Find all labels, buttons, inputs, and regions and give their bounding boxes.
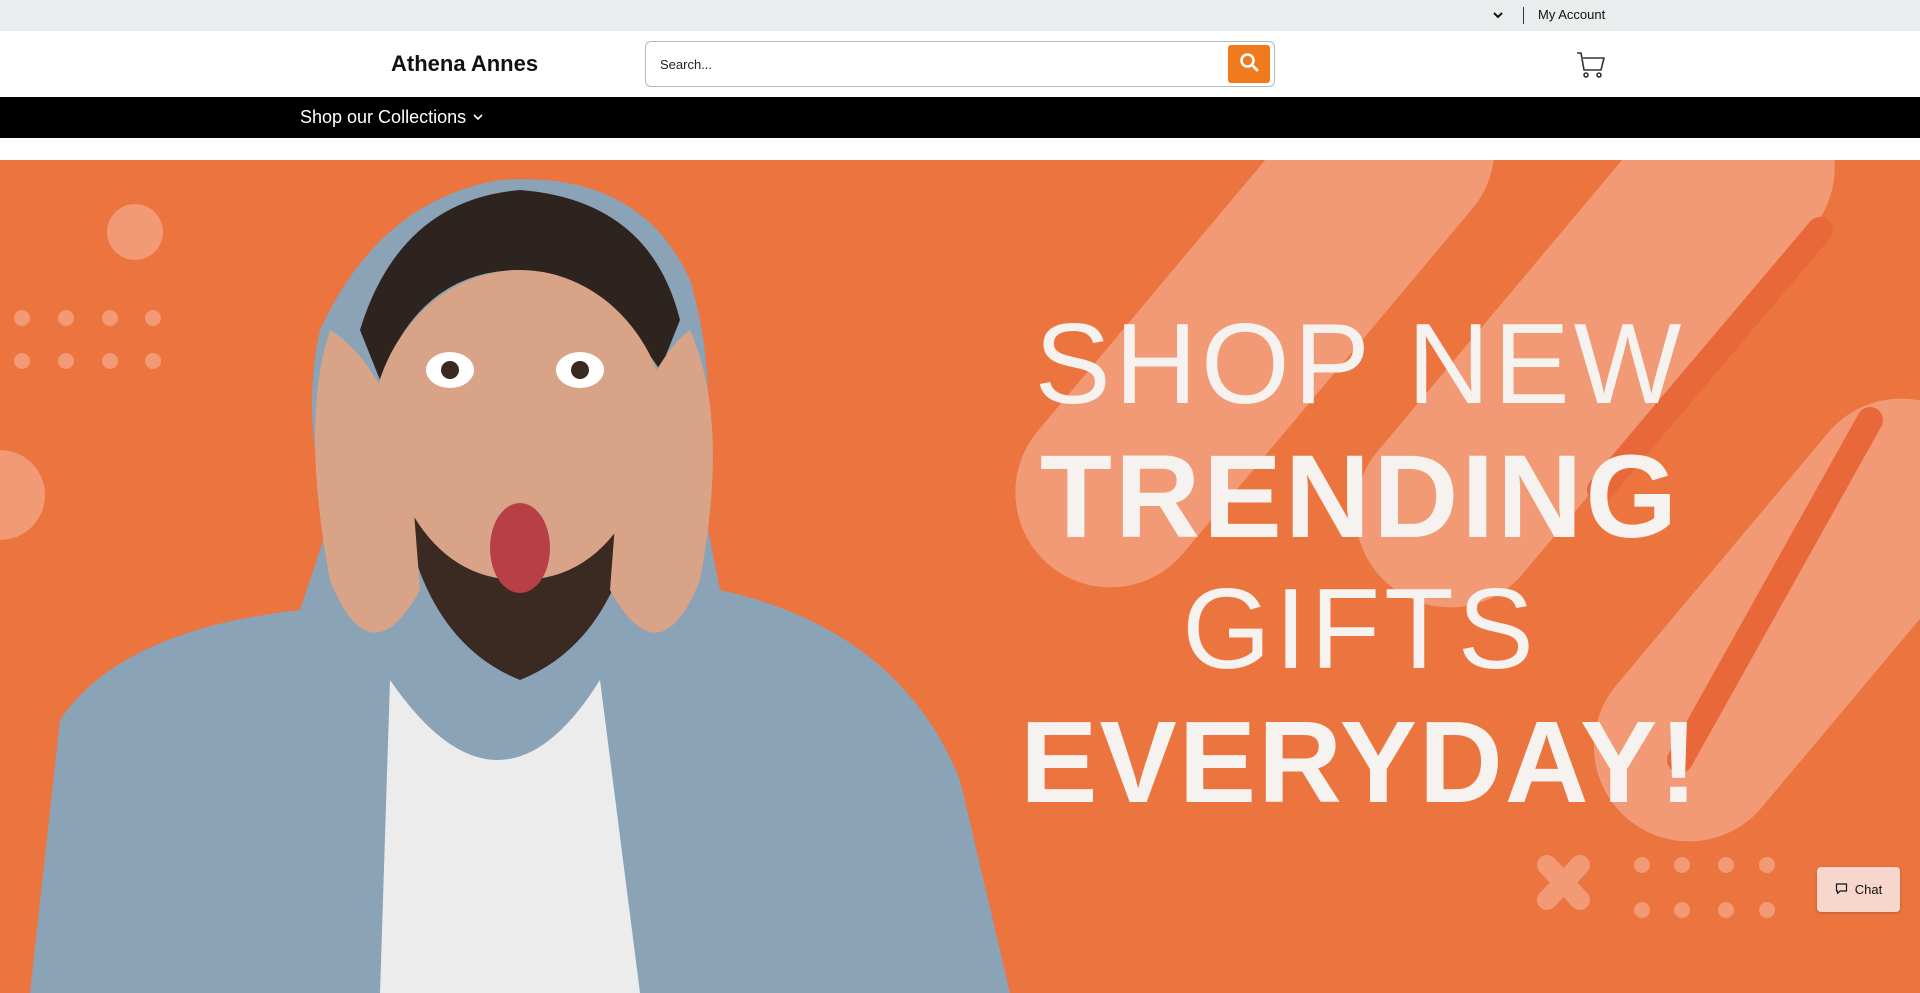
search-input[interactable]: [660, 53, 1200, 75]
chat-button[interactable]: Chat: [1817, 867, 1900, 912]
top-utility-bar: My Account: [0, 0, 1920, 31]
hero-line-2: TRENDING: [1039, 431, 1681, 563]
hero-line-3: GIFTS: [1182, 566, 1538, 693]
chevron-down-icon[interactable]: [1491, 8, 1505, 22]
search-button[interactable]: [1228, 45, 1270, 83]
main-navbar: Shop our Collections: [0, 97, 1920, 138]
shop-collections-menu[interactable]: Shop our Collections: [300, 107, 484, 128]
hero-line-1: SHOP NEW: [1034, 301, 1686, 428]
shop-collections-label: Shop our Collections: [300, 107, 467, 127]
search-icon: [1239, 52, 1259, 77]
hero-headline: SHOP NEW TRENDING GIFTS EVERYDAY!: [930, 300, 1790, 830]
site-header: Athena Annes: [0, 31, 1920, 97]
search-bar: [645, 41, 1275, 87]
hero-line-4: EVERYDAY!: [1020, 697, 1700, 827]
chat-label: Chat: [1854, 882, 1883, 897]
chevron-down-icon: [472, 107, 484, 128]
cart-icon[interactable]: [1575, 48, 1607, 80]
chat-bubble-icon: [1835, 882, 1848, 898]
hero-banner[interactable]: SHOP NEW TRENDING GIFTS EVERYDAY!: [0, 160, 1920, 993]
my-account-link[interactable]: My Account: [1538, 7, 1605, 22]
store-logo[interactable]: Athena Annes: [391, 51, 538, 77]
divider: [1523, 7, 1524, 24]
